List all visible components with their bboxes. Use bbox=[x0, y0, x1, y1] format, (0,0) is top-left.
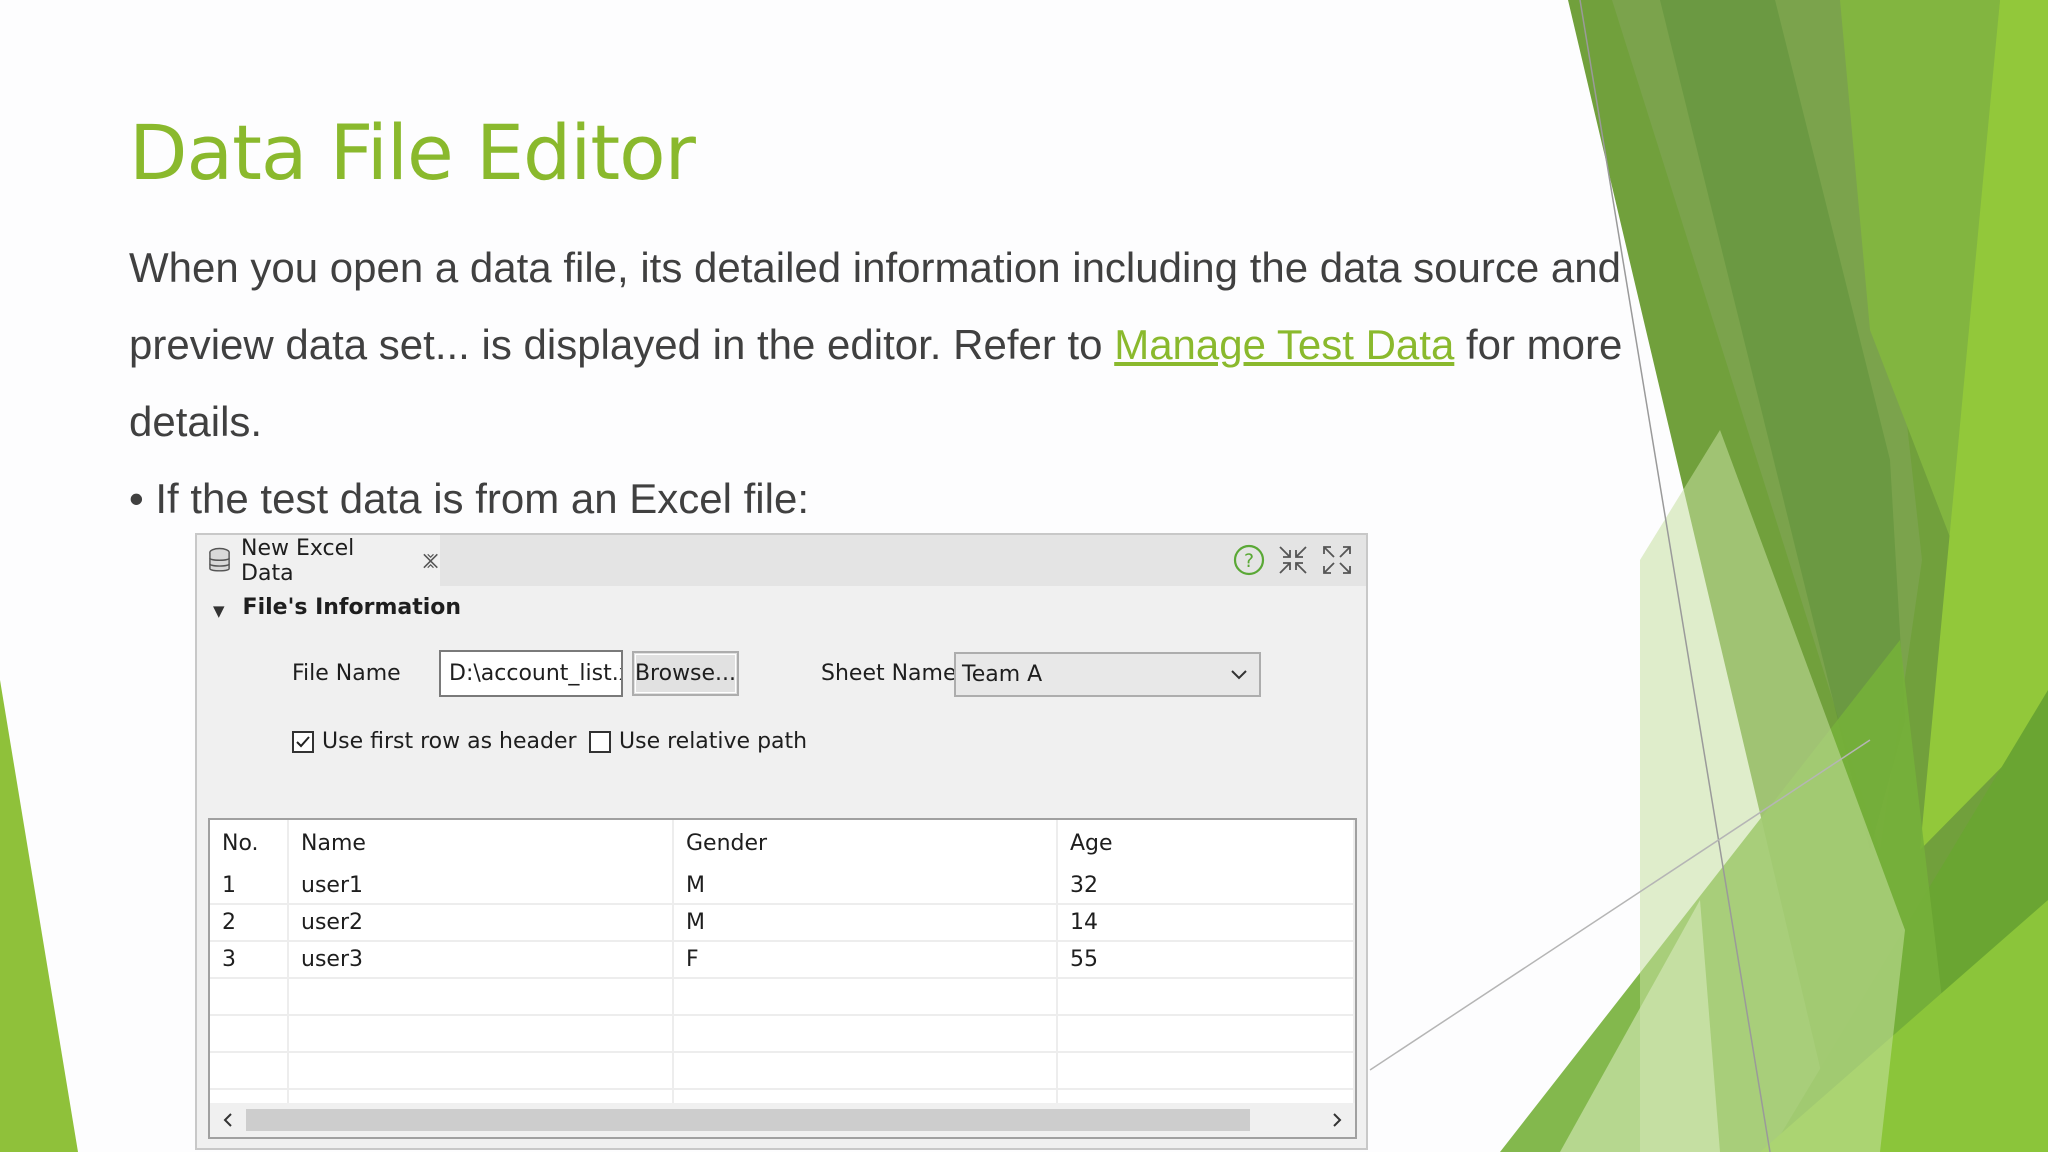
svg-text:?: ? bbox=[1244, 550, 1254, 572]
excel-data-editor: New Excel Data ? ▼ File's Information Fi… bbox=[195, 533, 1368, 1150]
cell-gender[interactable]: M bbox=[673, 867, 1058, 905]
cell-age[interactable]: 14 bbox=[1057, 904, 1355, 942]
cell-gender[interactable]: F bbox=[673, 941, 1058, 979]
help-icon[interactable]: ? bbox=[1232, 543, 1266, 577]
minimize-icon[interactable] bbox=[1276, 543, 1310, 577]
cell-gender[interactable]: M bbox=[673, 904, 1058, 942]
sheet-name-label: Sheet Name bbox=[821, 661, 957, 686]
sheet-name-value: Team A bbox=[962, 662, 1043, 687]
cell-no[interactable]: 2 bbox=[210, 904, 289, 942]
chevron-down-icon bbox=[1231, 670, 1247, 680]
data-preview-table: No. Name Gender Age 1 user1 M 32 2 user2… bbox=[208, 818, 1357, 1139]
cell-no[interactable]: 1 bbox=[210, 867, 289, 905]
slide-title: Data File Editor bbox=[129, 108, 696, 197]
file-name-field[interactable]: D:\account_list.x bbox=[439, 650, 623, 697]
cell-no[interactable]: 3 bbox=[210, 941, 289, 979]
use-first-row-checkbox[interactable]: Use first row as header bbox=[292, 729, 577, 754]
use-first-row-label: Use first row as header bbox=[322, 729, 577, 754]
cell-age[interactable]: 55 bbox=[1057, 941, 1355, 979]
file-name-label: File Name bbox=[292, 661, 401, 686]
table-header-row: No. Name Gender Age bbox=[210, 820, 1355, 867]
tab-label: New Excel Data bbox=[241, 535, 355, 586]
editor-tab-bar: New Excel Data ? bbox=[197, 535, 1366, 586]
database-icon bbox=[209, 547, 230, 572]
column-header-gender[interactable]: Gender bbox=[673, 820, 1058, 867]
close-icon[interactable] bbox=[421, 551, 440, 571]
maximize-icon[interactable] bbox=[1320, 543, 1354, 577]
manage-test-data-link[interactable]: Manage Test Data bbox=[1114, 321, 1454, 368]
slide-body: When you open a data file, its detailed … bbox=[129, 229, 1659, 537]
scroll-right-icon[interactable] bbox=[1329, 1109, 1345, 1131]
section-title: File's Information bbox=[242, 595, 462, 620]
intro-paragraph: When you open a data file, its detailed … bbox=[129, 229, 1659, 460]
table-row[interactable]: 2 user2 M 14 bbox=[210, 904, 1355, 942]
horizontal-scrollbar[interactable] bbox=[210, 1103, 1355, 1137]
bullet-excel: • If the test data is from an Excel file… bbox=[129, 475, 809, 522]
files-information-section[interactable]: ▼ File's Information bbox=[213, 595, 461, 620]
cell-name[interactable]: user1 bbox=[288, 867, 674, 905]
cell-name[interactable]: user3 bbox=[288, 941, 674, 979]
table-row[interactable]: 1 user1 M 32 bbox=[210, 867, 1355, 905]
empty-row bbox=[210, 1052, 1355, 1090]
cell-name[interactable]: user2 bbox=[288, 904, 674, 942]
table-row[interactable]: 3 user3 F 55 bbox=[210, 941, 1355, 979]
window-controls: ? bbox=[1232, 543, 1354, 577]
empty-row bbox=[210, 978, 1355, 1016]
collapse-triangle-icon[interactable]: ▼ bbox=[213, 602, 225, 620]
column-header-no[interactable]: No. bbox=[210, 820, 289, 867]
checkbox-box[interactable] bbox=[292, 730, 314, 753]
use-relative-path-checkbox[interactable]: Use relative path bbox=[589, 729, 807, 754]
sheet-name-select[interactable]: Team A bbox=[954, 652, 1261, 697]
scroll-left-icon[interactable] bbox=[220, 1109, 236, 1131]
browse-button[interactable]: Browse... bbox=[632, 651, 739, 696]
checkbox-box[interactable] bbox=[589, 730, 611, 753]
column-header-name[interactable]: Name bbox=[288, 820, 674, 867]
scrollbar-thumb[interactable] bbox=[246, 1109, 1250, 1131]
use-relative-path-label: Use relative path bbox=[619, 729, 808, 754]
empty-row bbox=[210, 1015, 1355, 1053]
column-header-age[interactable]: Age bbox=[1057, 820, 1355, 867]
cell-age[interactable]: 32 bbox=[1057, 867, 1355, 905]
checkmark-icon bbox=[296, 735, 310, 747]
tab-new-excel-data[interactable]: New Excel Data bbox=[197, 535, 440, 586]
